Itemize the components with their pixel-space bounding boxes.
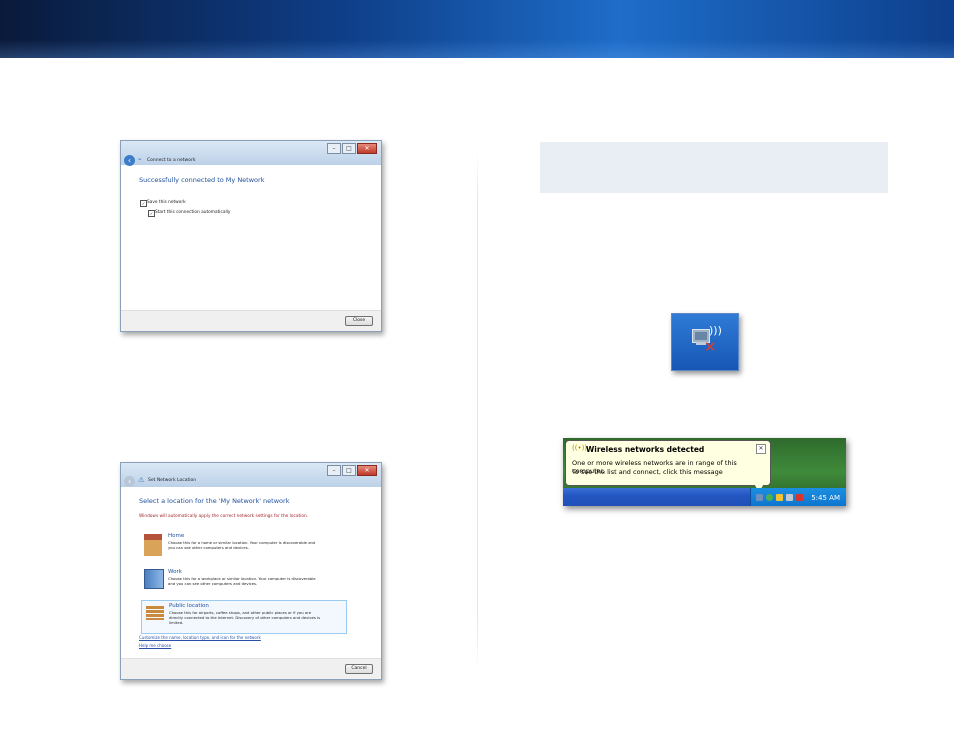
option-home-title: Home (168, 533, 185, 539)
customize-link[interactable]: Customize the name, location type, and i… (139, 635, 261, 640)
close-button[interactable]: Close (345, 316, 373, 326)
dialog-title: Connect to a network (147, 158, 196, 163)
auto-connect-label: Start this connection automatically (155, 210, 231, 215)
success-heading: Successfully connected to My Network (139, 176, 265, 184)
security-alert-tray-icon[interactable] (796, 494, 803, 501)
set-network-location-dialog: – □ ✕ ‹ ⚠ Set Network Location Select a … (120, 462, 382, 680)
option-work[interactable]: Work Choose this for a workplace or simi… (141, 567, 351, 593)
dialog-footer: Close (121, 310, 381, 331)
building-icon (144, 569, 164, 589)
save-network-label: Save this network (147, 200, 186, 205)
column-divider (477, 150, 478, 670)
red-x-icon: ✕ (704, 338, 717, 356)
option-public-desc-3: limited. (169, 620, 184, 625)
network-location-icon: ⚠ (138, 476, 145, 484)
clock[interactable]: 5:45 AM (811, 494, 840, 502)
cancel-button[interactable]: Cancel (345, 664, 373, 674)
refresh-tray-icon[interactable] (766, 494, 773, 501)
option-public[interactable]: Public location Choose this for airports… (141, 600, 347, 634)
back-arrow-icon[interactable]: ‹ (124, 155, 135, 166)
maximize-icon[interactable]: □ (342, 465, 356, 476)
minimize-icon[interactable]: – (327, 143, 341, 154)
balloon-close-icon[interactable]: ✕ (756, 444, 766, 454)
wireless-waves-icon: ))) (709, 324, 722, 337)
balloon-line-2: To see the list and connect, click this … (572, 468, 723, 476)
network-tray-icon[interactable] (756, 494, 763, 501)
wireless-icon: ((•)) (572, 444, 588, 452)
display-tray-icon[interactable] (786, 494, 793, 501)
intro-text: Windows will automatically apply the cor… (139, 514, 309, 519)
bench-icon (146, 606, 164, 620)
header-banner (0, 0, 954, 58)
network-disconnected-icon: ))) ✕ (671, 313, 739, 371)
note-box (540, 142, 888, 193)
location-heading: Select a location for the 'My Network' n… (139, 497, 290, 505)
auto-connect-checkbox[interactable]: ✓ (148, 210, 155, 217)
wireless-detected-screenshot: ((•)) Wireless networks detected ✕ One o… (563, 438, 846, 506)
dialog-title: Set Network Location (148, 478, 197, 483)
minimize-icon[interactable]: – (327, 465, 341, 476)
notification-balloon[interactable]: ((•)) Wireless networks detected ✕ One o… (565, 440, 771, 486)
house-icon (144, 534, 162, 556)
close-icon[interactable]: ✕ (357, 465, 377, 476)
option-work-title: Work (168, 569, 182, 575)
help-link[interactable]: Help me choose (139, 643, 171, 648)
network-icon: ⌁ (138, 156, 142, 163)
option-public-title: Public location (169, 603, 209, 609)
balloon-title: Wireless networks detected (586, 445, 705, 454)
connect-network-dialog: – □ ✕ ‹ ⌁ Connect to a network Successfu… (120, 140, 382, 332)
window-controls: – □ ✕ (327, 143, 377, 154)
option-home-desc-2: you can see other computers and devices. (168, 545, 249, 550)
back-arrow-icon[interactable]: ‹ (124, 476, 135, 487)
dialog-footer: Cancel (121, 658, 381, 679)
option-work-desc-2: and you can see other computers and devi… (168, 581, 258, 586)
shield-tray-icon[interactable] (776, 494, 783, 501)
save-network-checkbox[interactable]: ✓ (140, 200, 147, 207)
option-home[interactable]: Home Choose this for a home or similar l… (141, 531, 351, 557)
system-tray: 5:45 AM (750, 488, 846, 506)
option-public-desc-2: directly connected to the Internet. Disc… (169, 615, 321, 620)
maximize-icon[interactable]: □ (342, 143, 356, 154)
title-bar: – □ ✕ (121, 463, 381, 487)
window-controls: – □ ✕ (327, 465, 377, 476)
close-icon[interactable]: ✕ (357, 143, 377, 154)
